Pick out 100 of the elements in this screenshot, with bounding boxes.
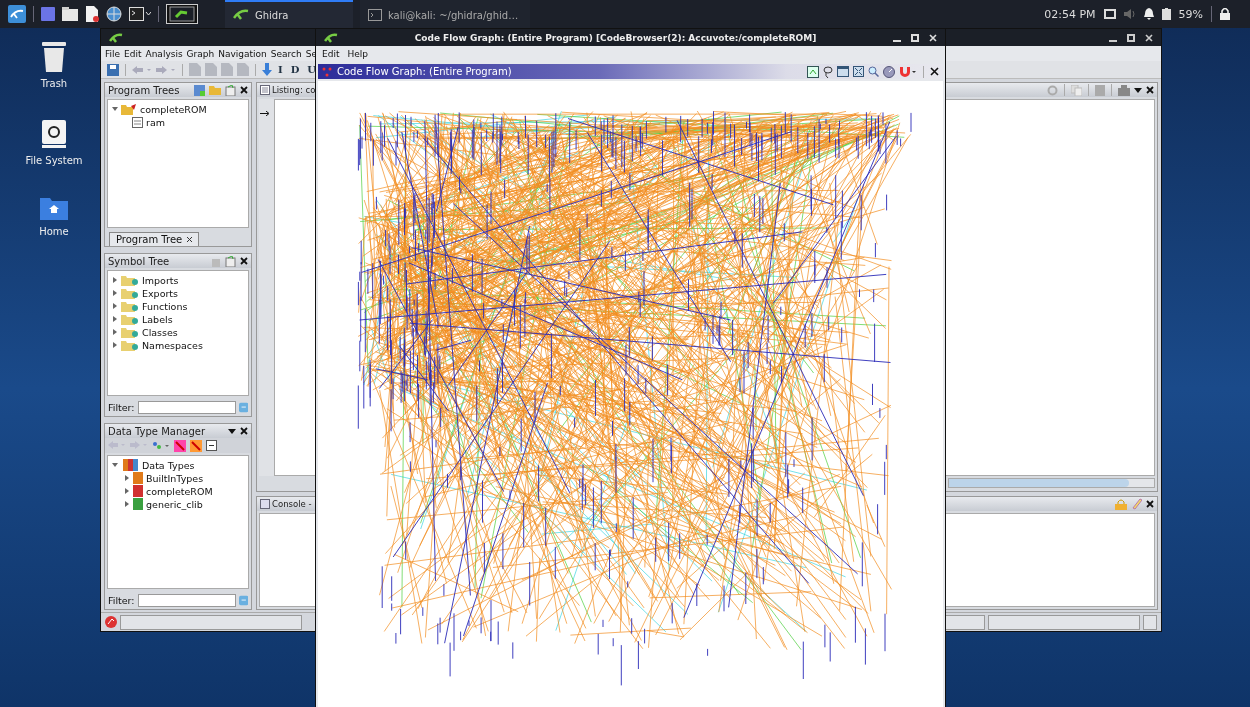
magnet-icon[interactable] xyxy=(899,65,917,78)
camera-icon[interactable] xyxy=(1118,84,1130,96)
tree-item[interactable]: Labels xyxy=(142,313,173,325)
close-icon[interactable] xyxy=(240,427,248,435)
taskbar-task[interactable]: Ghidra xyxy=(225,0,353,28)
screen-icon[interactable] xyxy=(1103,9,1116,19)
folder-icon[interactable] xyxy=(62,7,78,21)
terminal-icon xyxy=(368,9,382,21)
terminal-icon[interactable] xyxy=(129,7,151,21)
tree-item[interactable]: generic_clib xyxy=(146,498,203,510)
books-icon xyxy=(121,459,139,471)
tree-item[interactable]: Exports xyxy=(142,287,179,299)
taskbar-task[interactable]: kali@kali: ~/ghidra/ghid… xyxy=(360,0,530,28)
lasso-icon[interactable] xyxy=(823,65,833,78)
collapsed-arrow-icon[interactable] xyxy=(124,475,130,481)
menu-item[interactable]: Navigation xyxy=(218,48,267,59)
folder-icon xyxy=(121,339,139,351)
cursor-arrow-icon xyxy=(260,111,270,116)
save-icon[interactable] xyxy=(107,63,119,76)
battery-percentage[interactable]: 59% xyxy=(1178,7,1203,21)
panel-title: Listing: co xyxy=(272,85,316,95)
speaker-icon[interactable] xyxy=(1123,9,1136,19)
tree-item[interactable]: completeROM xyxy=(140,103,207,115)
clock[interactable]: 02:54 PM xyxy=(1044,7,1096,21)
toolbar-letter-button[interactable]: I xyxy=(276,64,285,75)
maximize-icon[interactable] xyxy=(911,33,919,42)
window-icon[interactable] xyxy=(837,66,849,77)
program-tree-tab[interactable]: Program Tree xyxy=(109,232,200,246)
tree-item[interactable]: completeROM xyxy=(146,485,213,497)
collapsed-arrow-icon[interactable] xyxy=(112,342,118,348)
gauge-icon[interactable] xyxy=(883,65,895,78)
filter-label: Filter: xyxy=(108,594,135,606)
tree-item[interactable]: BuiltInTypes xyxy=(146,472,204,484)
filter-field[interactable] xyxy=(137,593,236,607)
collapsed-arrow-icon[interactable] xyxy=(124,488,130,494)
dragon-icon xyxy=(324,31,338,44)
folder-icon xyxy=(121,103,137,115)
dropdown-arrow-icon[interactable] xyxy=(228,428,236,434)
bell-icon[interactable] xyxy=(1143,8,1154,20)
workspace-switcher-icon[interactable] xyxy=(166,4,198,24)
globe-icon[interactable] xyxy=(106,6,122,22)
filter-field[interactable] xyxy=(137,400,236,414)
fit-to-window-icon[interactable] xyxy=(853,66,864,77)
close-icon[interactable] xyxy=(930,67,939,76)
dropdown-arrow-icon[interactable] xyxy=(1134,87,1142,93)
collapsed-arrow-icon[interactable] xyxy=(124,501,130,507)
menu-item[interactable]: Graph xyxy=(186,48,215,59)
tree-item[interactable]: Namespaces xyxy=(142,339,203,351)
horizontal-scrollbar[interactable] xyxy=(948,478,1155,488)
tree-item[interactable]: Imports xyxy=(142,274,179,286)
expanded-arrow-icon[interactable] xyxy=(112,462,118,468)
module-icon xyxy=(132,116,143,128)
battery-icon[interactable] xyxy=(1161,8,1171,20)
menu-item[interactable]: Analysis xyxy=(145,48,183,59)
maximize-icon[interactable] xyxy=(1127,33,1135,42)
menu-item[interactable]: Edit xyxy=(124,48,142,59)
dragon-icon xyxy=(233,8,249,22)
status-icon xyxy=(105,616,117,628)
close-icon[interactable] xyxy=(240,257,248,265)
close-icon[interactable] xyxy=(1146,500,1154,508)
tree-item[interactable]: Functions xyxy=(142,300,188,312)
filter-label: Filter: xyxy=(108,401,135,413)
dragon-logo-icon[interactable] xyxy=(8,5,26,23)
graph-layout-icon[interactable] xyxy=(807,65,819,78)
folder-icon xyxy=(121,313,139,325)
menu-item[interactable]: Search xyxy=(270,48,302,59)
toolbar-letter-button[interactable]: D xyxy=(288,64,302,75)
collapsed-arrow-icon[interactable] xyxy=(112,290,118,296)
drive-icon[interactable] xyxy=(41,119,67,149)
menu-item[interactable]: File xyxy=(105,48,121,59)
close-icon[interactable] xyxy=(1146,86,1154,94)
home-folder-icon[interactable] xyxy=(40,196,68,220)
tree-item[interactable]: Data Types xyxy=(142,459,195,471)
document-icon[interactable] xyxy=(85,6,99,22)
desktop-icon-label[interactable]: Home xyxy=(39,226,69,237)
collapse-icon[interactable] xyxy=(206,440,217,451)
close-icon[interactable] xyxy=(240,86,248,94)
lock-icon[interactable] xyxy=(1220,8,1230,20)
collapsed-arrow-icon[interactable] xyxy=(112,277,118,283)
menu-item[interactable]: Help xyxy=(347,49,368,59)
folder-icon xyxy=(121,274,139,286)
graph-header-title: Code Flow Graph: (Entire Program) xyxy=(337,66,512,77)
status-field xyxy=(1143,614,1157,630)
new-tree-icon[interactable] xyxy=(194,84,205,96)
toolbar-letter-button[interactable]: U xyxy=(305,64,319,75)
desktop-icon-label[interactable]: File System xyxy=(25,155,83,166)
trash-icon[interactable] xyxy=(42,42,66,72)
folder-icon xyxy=(121,326,139,338)
down-arrow-icon[interactable] xyxy=(262,63,272,76)
collapsed-arrow-icon[interactable] xyxy=(112,303,118,309)
folder-icon xyxy=(121,300,139,312)
collapsed-arrow-icon[interactable] xyxy=(112,316,118,322)
zoom-icon[interactable] xyxy=(868,66,879,77)
desktop-icon-label[interactable]: Trash xyxy=(40,78,68,89)
tree-item[interactable]: Classes xyxy=(142,326,178,338)
collapsed-arrow-icon[interactable] xyxy=(112,329,118,335)
tree-item[interactable]: ram xyxy=(146,116,165,128)
menu-item[interactable]: Edit xyxy=(322,49,340,59)
close-icon[interactable] xyxy=(187,237,193,242)
expanded-arrow-icon[interactable] xyxy=(112,106,118,112)
